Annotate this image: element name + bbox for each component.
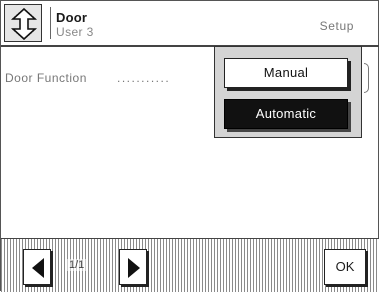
- door-function-leader: ...........: [117, 71, 171, 85]
- next-page-button[interactable]: [119, 249, 147, 285]
- ok-button[interactable]: OK: [324, 249, 366, 285]
- left-triangle-icon: [32, 258, 44, 278]
- option-manual[interactable]: Manual: [224, 58, 348, 88]
- page-indicator: 1/1: [67, 259, 87, 271]
- header-bar: Door User 3 Setup: [1, 1, 379, 47]
- page-title: Door: [56, 10, 88, 25]
- selection-popup: Manual Automatic: [214, 46, 362, 138]
- door-function-label[interactable]: Door Function: [5, 71, 87, 85]
- terminal-screen: Door User 3 Setup Door Function ........…: [0, 0, 379, 292]
- up-down-arrow-icon: [10, 7, 38, 41]
- footer-bar: 1/1 OK: [1, 238, 379, 292]
- value-field-edge: [364, 63, 369, 93]
- option-automatic[interactable]: Automatic: [224, 99, 348, 129]
- user-label: User 3: [56, 25, 94, 39]
- header-divider: [50, 7, 51, 39]
- right-triangle-icon: [128, 258, 140, 278]
- previous-page-button[interactable]: [23, 249, 51, 285]
- up-down-arrow-button[interactable]: [4, 4, 42, 42]
- mode-label: Setup: [319, 19, 354, 33]
